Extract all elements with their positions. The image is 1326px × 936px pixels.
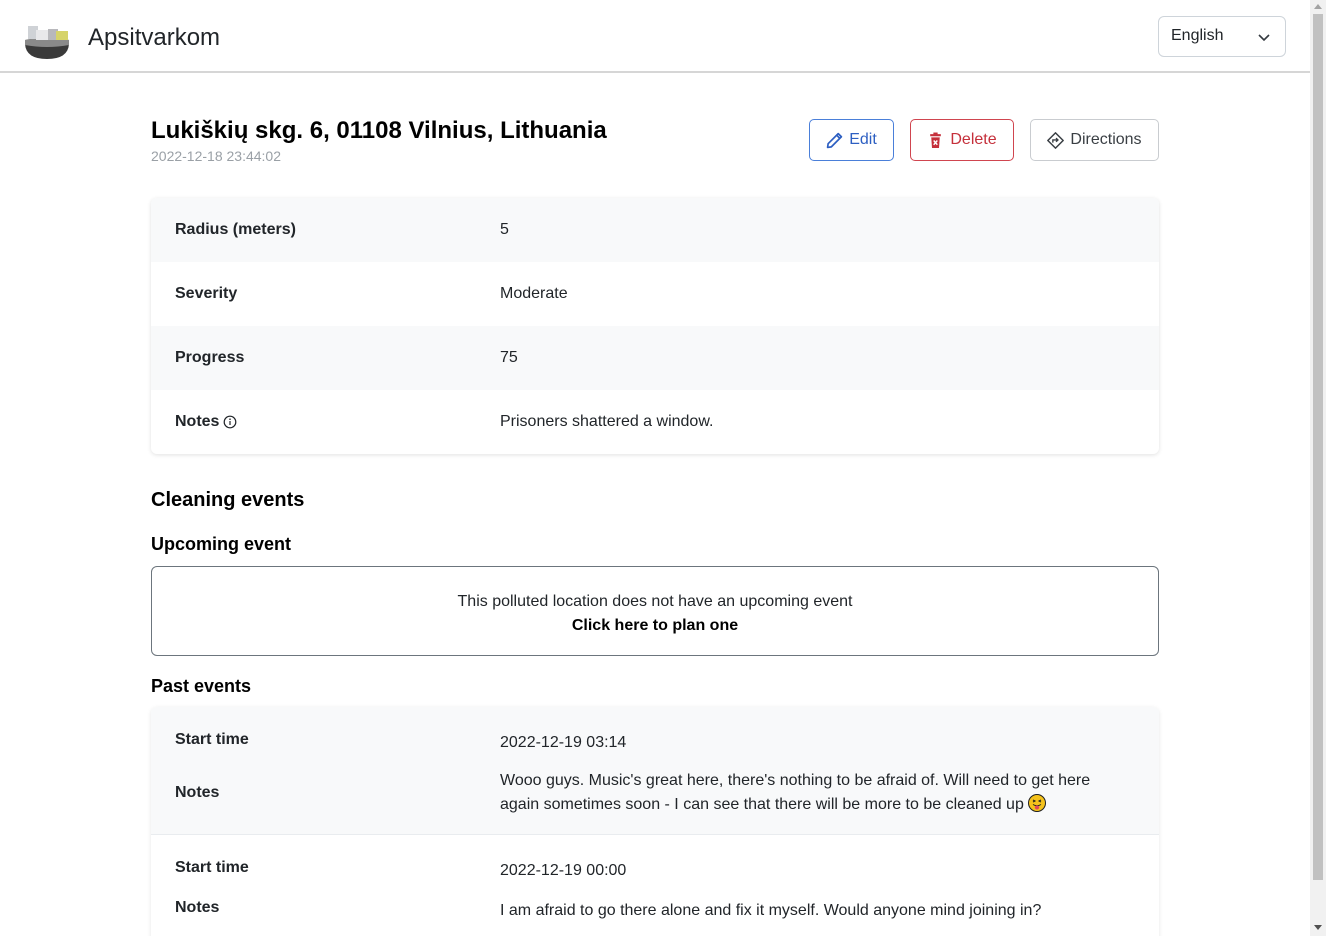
notes-value: I am afraid to go there alone and fix it… — [500, 902, 1042, 919]
scrollbar-thumb[interactable] — [1313, 14, 1323, 880]
detail-row-severity: Severity Moderate — [151, 262, 1159, 326]
detail-value: Moderate — [500, 285, 568, 302]
trash-bin-logo-icon[interactable] — [24, 22, 70, 60]
upcoming-event-card[interactable]: This polluted location does not have an … — [151, 566, 1159, 656]
scroll-down-arrow-icon[interactable] — [1314, 925, 1322, 930]
past-event-notes-row: Notes Wooo guys. Music's great here, the… — [151, 769, 1159, 817]
past-event-start-row: Start time 2022-12-19 03:14 — [151, 731, 1159, 755]
detail-value: 5 — [500, 221, 509, 238]
notes-value: Wooo guys. Music's great here, there's n… — [500, 772, 1091, 813]
past-events-heading: Past events — [151, 676, 252, 696]
upcoming-empty-text: This polluted location does not have an … — [457, 593, 853, 610]
start-time-value: 2022-12-19 00:00 — [500, 862, 627, 879]
start-time-value: 2022-12-19 03:14 — [500, 734, 627, 751]
cleaning-events-heading: Cleaning events — [151, 489, 305, 511]
delete-button-label: Delete — [950, 131, 997, 148]
tongue-out-emoji-icon — [1028, 794, 1047, 812]
detail-label: Radius (meters) — [175, 221, 296, 238]
directions-button[interactable]: Directions — [1030, 119, 1159, 161]
directions-button-label: Directions — [1070, 131, 1142, 148]
edit-button-label: Edit — [849, 131, 877, 148]
edit-button[interactable]: Edit — [809, 119, 894, 161]
location-details-table: Radius (meters) 5 Severity Moderate Prog… — [151, 198, 1159, 454]
language-select-value: English — [1171, 27, 1224, 44]
navbar: Apsitvarkom English — [0, 0, 1310, 73]
pencil-icon — [826, 132, 843, 148]
scroll-up-arrow-icon[interactable] — [1314, 4, 1322, 9]
past-event-item: Start time 2022-12-19 00:00 Notes I am a… — [151, 835, 1159, 936]
detail-value: 75 — [500, 349, 518, 366]
page-scrollbar[interactable] — [1310, 0, 1326, 936]
notes-value-wrap: Wooo guys. Music's great here, there's n… — [500, 769, 1110, 817]
directions-sign-icon — [1047, 131, 1065, 149]
detail-value: Prisoners shattered a window. — [500, 413, 714, 430]
created-timestamp: 2022-12-18 23:44:02 — [151, 148, 281, 164]
notes-label: Notes — [175, 784, 220, 801]
upcoming-event-heading: Upcoming event — [151, 534, 292, 554]
language-select[interactable]: English — [1158, 16, 1286, 57]
plan-event-link[interactable]: Click here to plan one — [152, 614, 1158, 638]
trash-icon — [930, 132, 942, 148]
detail-label: Progress — [175, 349, 245, 366]
past-events-list: Start time 2022-12-19 03:14 Notes Wooo g… — [151, 707, 1159, 936]
detail-label: Notes — [175, 413, 220, 430]
chevron-down-icon — [1258, 34, 1270, 42]
brand-name[interactable]: Apsitvarkom — [88, 24, 220, 52]
detail-row-notes: Notes Prisoners shattered a window. — [151, 390, 1159, 454]
past-event-item: Start time 2022-12-19 03:14 Notes Wooo g… — [151, 707, 1159, 835]
page-title: Lukiškių skg. 6, 01108 Vilnius, Lithuani… — [151, 117, 607, 144]
delete-button[interactable]: Delete — [910, 119, 1014, 161]
detail-label-notes: Notes — [151, 413, 500, 431]
notes-label: Notes — [175, 899, 220, 916]
start-time-label: Start time — [175, 731, 249, 748]
detail-row-radius: Radius (meters) 5 — [151, 198, 1159, 262]
start-time-label: Start time — [175, 859, 249, 876]
detail-row-progress: Progress 75 — [151, 326, 1159, 390]
info-circle-icon[interactable] — [223, 415, 237, 429]
past-event-start-row: Start time 2022-12-19 00:00 — [151, 859, 1159, 883]
past-event-notes-row: Notes I am afraid to go there alone and … — [151, 899, 1159, 923]
detail-label: Severity — [175, 285, 238, 302]
